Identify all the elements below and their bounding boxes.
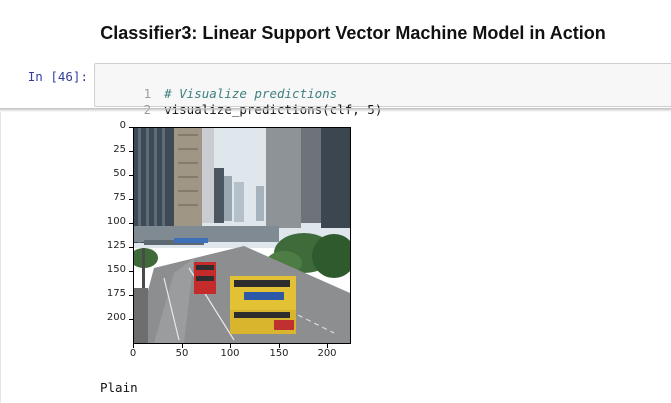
x-tick-label: 100 [220, 348, 240, 359]
x-tick-label: 50 [175, 348, 189, 359]
y-tick-mark [129, 151, 133, 152]
y-tick-label: 150 [106, 264, 126, 275]
y-tick-mark [129, 175, 133, 176]
code-cell[interactable]: 1# Visualize predictions 2visualize_pred… [94, 63, 671, 117]
y-tick-mark [129, 199, 133, 200]
y-tick-label: 0 [119, 120, 126, 131]
city-street-buses-image [134, 128, 350, 343]
y-tick-mark [129, 271, 133, 272]
y-tick-mark [129, 127, 133, 128]
y-tick-label: 100 [106, 216, 126, 227]
prediction-label: Plain [100, 380, 138, 395]
y-tick-label: 50 [113, 168, 126, 179]
y-tick-label: 125 [106, 240, 126, 251]
y-tick-mark [129, 247, 133, 248]
code-line-1[interactable]: 1 # Visualize predictions [95, 70, 338, 101]
y-tick-mark [129, 295, 133, 296]
code-line-2[interactable]: 2visualize_predictions(clf, 5) [95, 86, 383, 117]
y-tick-label: 25 [113, 144, 126, 155]
x-tick-label: 200 [317, 348, 337, 359]
x-tick-label: 0 [129, 348, 137, 359]
image-plot [133, 127, 351, 344]
y-tick-label: 75 [113, 192, 126, 203]
y-tick-label: 200 [106, 312, 126, 323]
output-area: 0 25 50 75 100 125 150 175 200 0 50 100 … [0, 112, 671, 403]
cell-prompt: In [46]: [27, 69, 88, 84]
y-tick-label: 175 [106, 288, 126, 299]
page-title: Classifier3: Linear Support Vector Machi… [100, 23, 606, 43]
y-tick-mark [129, 223, 133, 224]
x-tick-label: 150 [269, 348, 289, 359]
y-tick-mark [129, 319, 133, 320]
